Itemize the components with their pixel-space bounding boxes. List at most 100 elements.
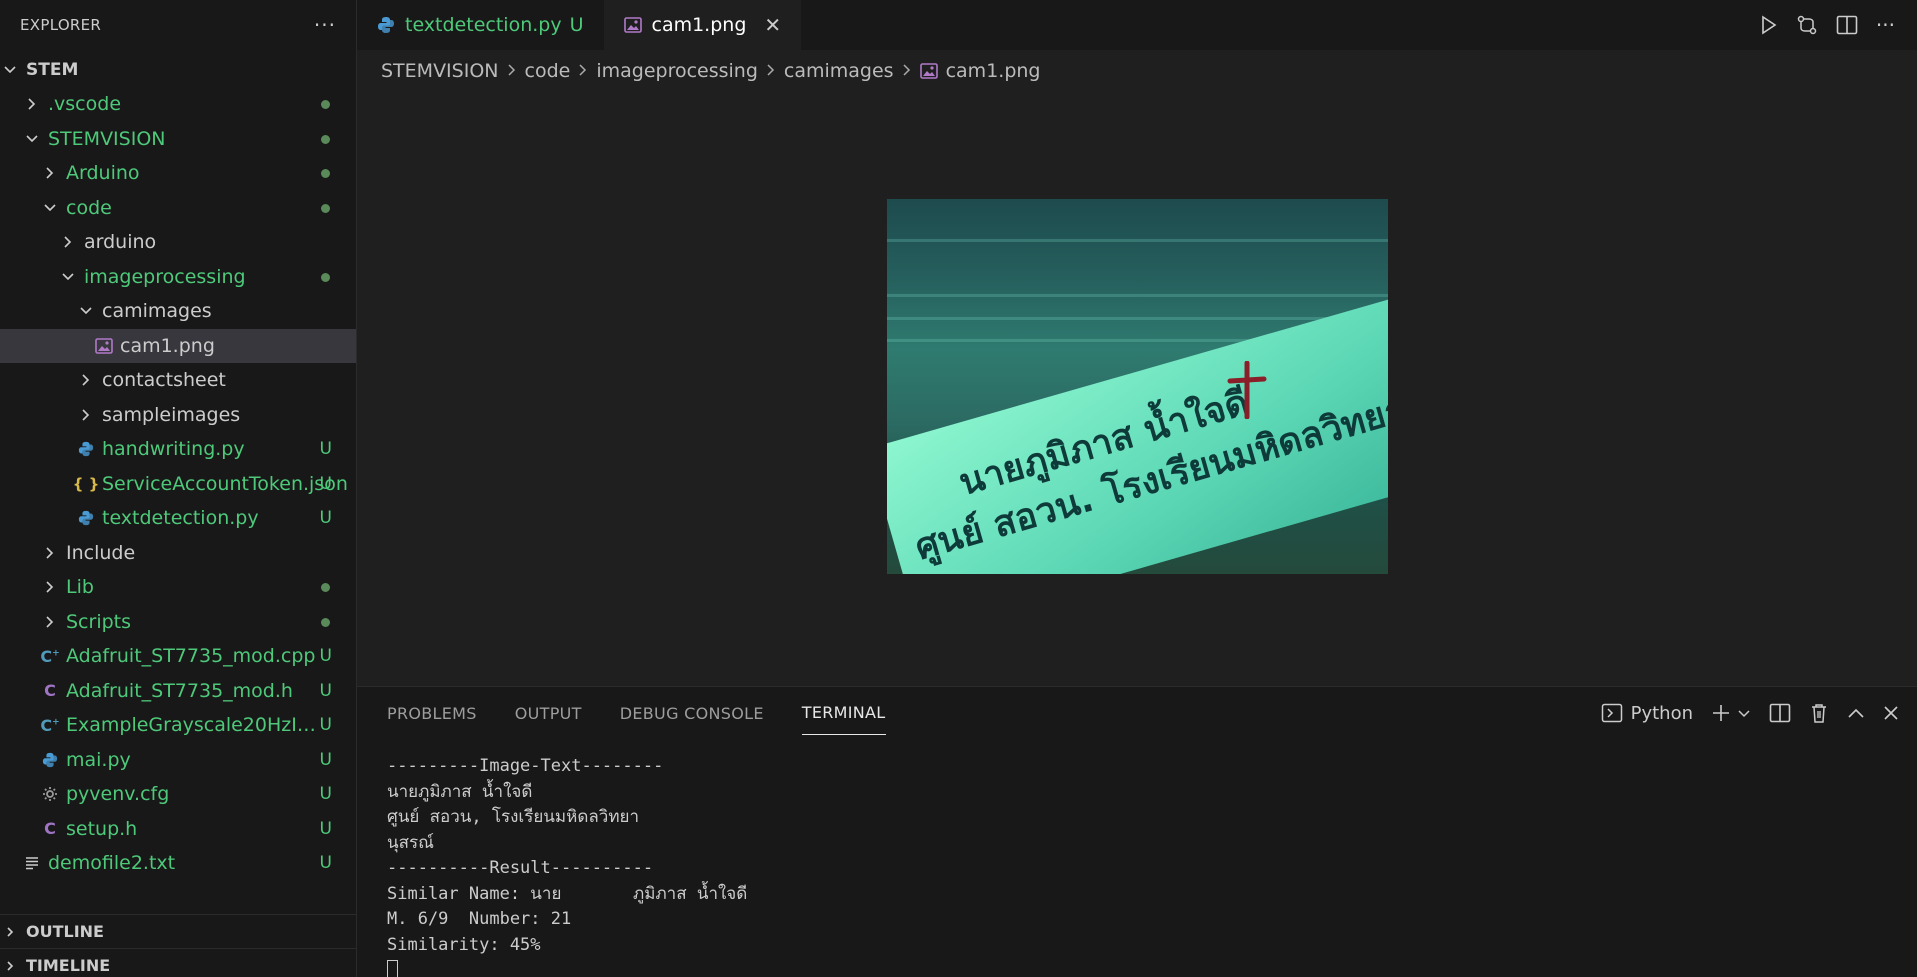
breadcrumb-item[interactable]: STEMVISION [381, 60, 499, 82]
file-item[interactable]: C+ Adafruit_ST7735_mod.cpp U [0, 639, 356, 674]
new-terminal-icon[interactable] [1711, 703, 1751, 723]
scanline [887, 239, 1388, 242]
chevron-right-icon [766, 60, 776, 82]
folder-item[interactable]: Scripts [0, 605, 356, 640]
terminal-line: ศูนย์ สอวน, โรงเรียนมหิดลวิทยา [387, 807, 640, 827]
terminal-line: M. 6/9 Number: 21 [387, 909, 572, 929]
terminal-line: นุสรณ์ [387, 832, 434, 853]
image-file-icon [94, 337, 114, 354]
folder-item[interactable]: sampleimages [0, 398, 356, 433]
modified-dot-indicator [321, 272, 330, 282]
chevron-right-icon [507, 60, 517, 82]
maximize-panel-icon[interactable] [1847, 706, 1865, 720]
tree-item-label: pyvenv.cfg [66, 783, 170, 806]
gear-icon [40, 786, 60, 802]
folder-item[interactable]: Lib [0, 570, 356, 605]
tree-item-label: cam1.png [120, 334, 215, 357]
timeline-section[interactable]: TIMELINE [0, 948, 356, 977]
tree-item-label: imageprocessing [84, 265, 246, 288]
timeline-label: TIMELINE [26, 956, 111, 975]
folder-item[interactable]: camimages [0, 294, 356, 329]
file-item[interactable]: demofile2.txt U [0, 846, 356, 881]
file-item[interactable]: pyvenv.cfg U [0, 777, 356, 812]
modified-dot-indicator [321, 169, 330, 178]
file-item[interactable]: handwriting.py U [0, 432, 356, 467]
file-item[interactable]: C+ ExampleGrayscale20HzInte... U [0, 708, 356, 743]
tab-debug-console[interactable]: DEBUG CONSOLE [620, 692, 764, 735]
terminal-output[interactable]: ---------Image-Text-------- นายภูมิภาส น้… [387, 754, 747, 977]
untracked-badge: U [319, 680, 332, 701]
folder-item[interactable]: imageprocessing [0, 260, 356, 295]
close-icon[interactable]: ✕ [764, 13, 781, 37]
untracked-badge: U [319, 646, 332, 667]
folder-item[interactable]: code [0, 191, 356, 226]
chevron-right-icon [0, 926, 20, 938]
cpp-file-icon: C+ [40, 646, 60, 666]
editor-actions: ··· [1760, 0, 1895, 50]
trash-icon[interactable] [1809, 702, 1829, 724]
modified-dot-indicator [321, 134, 330, 144]
folder-item[interactable]: Include [0, 536, 356, 571]
file-item[interactable]: C Adafruit_ST7735_mod.h U [0, 674, 356, 709]
file-item[interactable]: cam1.png [0, 328, 356, 363]
image-preview: นายภูมิภาส น้ำใจดี ศูนย์ สอวน. โรงเรียนม… [887, 199, 1388, 574]
modified-dot-indicator [321, 617, 330, 627]
breadcrumb-item[interactable]: camimages [784, 60, 894, 82]
tab-terminal[interactable]: TERMINAL [801, 691, 886, 735]
c-file-icon: C [44, 819, 56, 839]
close-panel-icon[interactable] [1883, 705, 1899, 721]
tree-item-label: ExampleGrayscale20HzInte... [66, 714, 326, 737]
folder-item[interactable]: contactsheet [0, 363, 356, 398]
tab-output[interactable]: OUTPUT [515, 692, 582, 735]
chevron-right-icon [578, 60, 588, 82]
terminal-prompt[interactable] [387, 958, 747, 977]
chevron-right-icon [0, 960, 20, 972]
split-editor-icon[interactable] [1836, 15, 1858, 35]
breadcrumb-item[interactable]: code [525, 60, 571, 82]
tree-item-label: contactsheet [102, 369, 226, 392]
breadcrumb-item[interactable]: imageprocessing [596, 60, 758, 82]
image-file-icon [623, 17, 642, 33]
chevron-down-icon [0, 60, 20, 80]
compare-changes-icon[interactable] [1796, 14, 1818, 36]
explorer-header: EXPLORER ··· [0, 0, 356, 50]
tab-problems[interactable]: PROBLEMS [387, 692, 477, 735]
file-item[interactable]: { } ServiceAccountToken.json U [0, 467, 356, 502]
tree-item-label: handwriting.py [102, 438, 245, 461]
tree-item-label: Scripts [66, 610, 132, 633]
tab-cam1-png[interactable]: cam1.png ✕ [603, 0, 802, 50]
tree-item-label: .vscode [48, 93, 122, 116]
outline-section[interactable]: OUTLINE [0, 914, 356, 948]
folder-item[interactable]: STEMVISION [0, 122, 356, 157]
split-terminal-icon[interactable] [1769, 703, 1791, 723]
breadcrumb-item[interactable]: cam1.png [946, 60, 1041, 82]
terminal-shell-selector[interactable]: Python [1601, 703, 1693, 724]
text-file-icon [22, 856, 42, 870]
chevron-down-icon [1738, 710, 1750, 718]
file-item[interactable]: mai.py U [0, 743, 356, 778]
folder-item[interactable]: arduino [0, 225, 356, 260]
tree-item-label: mai.py [66, 748, 131, 771]
folder-item[interactable]: Arduino [0, 156, 356, 191]
chevron-down-icon [40, 198, 60, 218]
chevron-right-icon [58, 232, 78, 252]
python-file-icon [40, 752, 60, 768]
tab-textdetection-py[interactable]: textdetection.py U [357, 0, 604, 50]
run-icon[interactable] [1760, 15, 1778, 35]
more-actions-icon[interactable]: ··· [1876, 13, 1895, 37]
more-actions-icon[interactable]: ··· [314, 13, 336, 37]
folder-item[interactable]: .vscode [0, 87, 356, 122]
outline-label: OUTLINE [26, 922, 104, 941]
file-item[interactable]: Csetup.h U [0, 812, 356, 847]
untracked-badge: U [319, 784, 332, 805]
workspace-root-folder[interactable]: STEM [0, 53, 356, 88]
breadcrumb: STEMVISION code imageprocessing camimage… [381, 54, 1040, 88]
workspace-root-label: STEM [26, 60, 79, 81]
tree-item-label: code [66, 196, 112, 219]
file-item[interactable]: textdetection.py U [0, 501, 356, 536]
tab-label: cam1.png [651, 14, 747, 36]
chevron-right-icon [40, 612, 60, 632]
chevron-right-icon [76, 405, 96, 425]
tree-item-label: ServiceAccountToken.json [102, 472, 348, 495]
bottom-panel: PROBLEMS OUTPUT DEBUG CONSOLE TERMINAL P… [357, 686, 1917, 977]
